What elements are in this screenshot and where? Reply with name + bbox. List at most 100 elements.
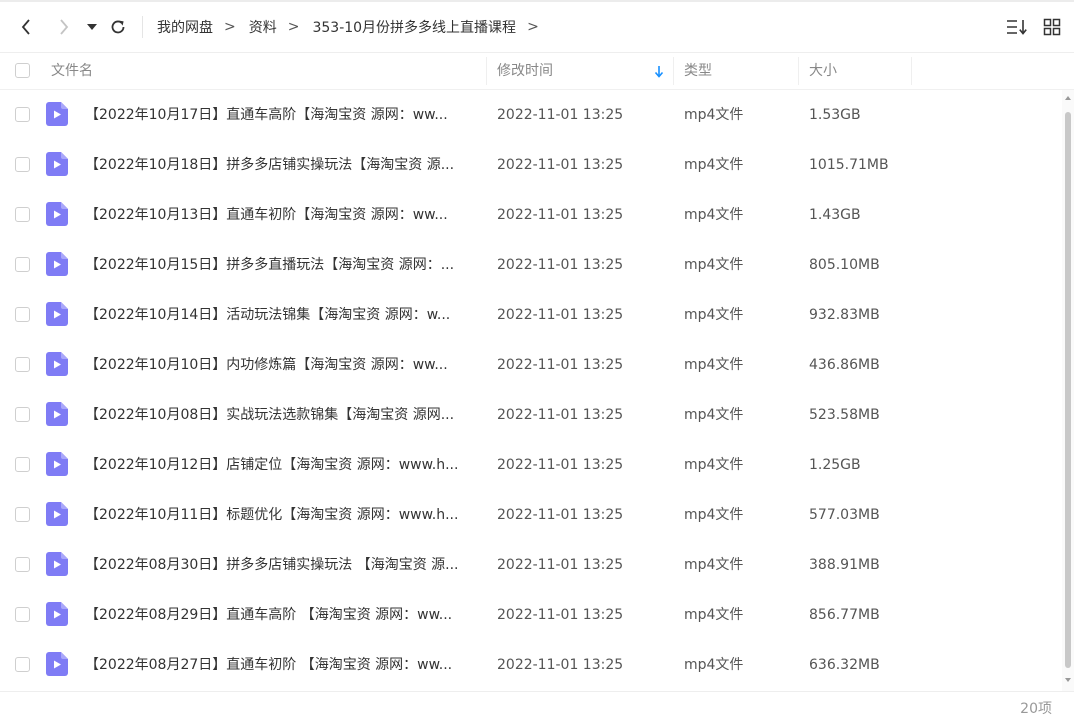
file-type: mp4文件 bbox=[684, 207, 744, 223]
file-modified-time: 2022-11-01 13:25 bbox=[497, 657, 624, 673]
row-checkbox[interactable] bbox=[15, 107, 30, 122]
file-modified-time: 2022-11-01 13:25 bbox=[497, 207, 624, 223]
file-type: mp4文件 bbox=[684, 507, 744, 523]
back-button[interactable] bbox=[12, 2, 40, 52]
scrollbar-thumb[interactable] bbox=[1065, 112, 1071, 668]
file-type: mp4文件 bbox=[684, 457, 744, 473]
file-row[interactable]: 【2022年10月18日】拼多多店铺实操玩法【海淘宝资 源... 2022-11-… bbox=[0, 140, 1062, 190]
column-divider[interactable] bbox=[911, 57, 912, 85]
file-modified-time: 2022-11-01 13:25 bbox=[497, 557, 624, 573]
column-header-type[interactable]: 类型 bbox=[684, 53, 784, 89]
file-type: mp4文件 bbox=[684, 607, 744, 623]
file-type: mp4文件 bbox=[684, 307, 744, 323]
file-name[interactable]: 【2022年08月30日】拼多多店铺实操玩法 【海淘宝资 源... bbox=[85, 540, 480, 590]
chevron-left-icon bbox=[21, 19, 30, 35]
file-size: 932.83MB bbox=[809, 307, 880, 323]
column-divider[interactable] bbox=[673, 57, 674, 85]
file-modified-time: 2022-11-01 13:25 bbox=[497, 307, 624, 323]
row-checkbox[interactable] bbox=[15, 307, 30, 322]
video-file-icon bbox=[46, 352, 68, 376]
row-checkbox[interactable] bbox=[15, 407, 30, 422]
refresh-icon bbox=[111, 20, 125, 34]
sort-indicator[interactable] bbox=[653, 64, 667, 78]
breadcrumb-item-root[interactable]: 我的网盘 bbox=[157, 17, 213, 37]
row-checkbox[interactable] bbox=[15, 607, 30, 622]
file-row[interactable]: 【2022年08月29日】直通车高阶 【海淘宝资 源网：ww... 2022-11… bbox=[0, 590, 1062, 640]
column-header-size[interactable]: 大小 bbox=[809, 53, 899, 89]
file-row[interactable]: 【2022年10月15日】拼多多直播玩法【海淘宝资 源网：... 2022-11-… bbox=[0, 240, 1062, 290]
file-name[interactable]: 【2022年08月29日】直通车高阶 【海淘宝资 源网：ww... bbox=[85, 590, 480, 640]
file-row[interactable]: 【2022年10月11日】标题优化【海淘宝资 源网：www.h... 2022-1… bbox=[0, 490, 1062, 540]
column-header-modified[interactable]: 修改时间 bbox=[497, 53, 647, 89]
file-row[interactable]: 【2022年08月27日】直通车初阶 【海淘宝资 源网：ww... 2022-11… bbox=[0, 640, 1062, 690]
select-all-checkbox[interactable] bbox=[15, 63, 30, 78]
file-size: 805.10MB bbox=[809, 257, 880, 273]
file-row[interactable]: 【2022年08月30日】拼多多店铺实操玩法 【海淘宝资 源... 2022-11… bbox=[0, 540, 1062, 590]
file-size: 1.43GB bbox=[809, 207, 861, 223]
file-row[interactable]: 【2022年10月14日】活动玩法锦集【海淘宝资 源网：w... 2022-11-… bbox=[0, 290, 1062, 340]
file-type: mp4文件 bbox=[684, 407, 744, 423]
breadcrumb-separator[interactable]: > bbox=[527, 19, 539, 35]
scroll-down-arrow-icon[interactable] bbox=[1065, 678, 1071, 682]
row-checkbox[interactable] bbox=[15, 257, 30, 272]
row-checkbox[interactable] bbox=[15, 507, 30, 522]
file-name[interactable]: 【2022年10月18日】拼多多店铺实操玩法【海淘宝资 源... bbox=[85, 140, 480, 190]
file-size: 636.32MB bbox=[809, 657, 880, 673]
sort-button[interactable] bbox=[1006, 2, 1030, 52]
file-name[interactable]: 【2022年08月27日】直通车初阶 【海淘宝资 源网：ww... bbox=[85, 640, 480, 690]
file-row[interactable]: 【2022年10月12日】店铺定位【海淘宝资 源网：www.h... 2022-1… bbox=[0, 440, 1062, 490]
column-divider[interactable] bbox=[486, 57, 487, 85]
file-name[interactable]: 【2022年10月10日】内功修炼篇【海淘宝资 源网：ww... bbox=[85, 340, 480, 390]
breadcrumb-item-folder[interactable]: 资料 bbox=[249, 17, 277, 37]
file-size: 388.91MB bbox=[809, 557, 880, 573]
row-checkbox[interactable] bbox=[15, 657, 30, 672]
file-name[interactable]: 【2022年10月11日】标题优化【海淘宝资 源网：www.h... bbox=[85, 490, 480, 540]
video-file-icon bbox=[46, 402, 68, 426]
file-type: mp4文件 bbox=[684, 257, 744, 273]
column-divider[interactable] bbox=[798, 57, 799, 85]
file-size: 577.03MB bbox=[809, 507, 880, 523]
file-modified-time: 2022-11-01 13:25 bbox=[497, 107, 624, 123]
file-row[interactable]: 【2022年10月13日】直通车初阶【海淘宝资 源网：ww... 2022-11-… bbox=[0, 190, 1062, 240]
file-name[interactable]: 【2022年10月08日】实战玩法选款锦集【海淘宝资 源网... bbox=[85, 390, 480, 440]
file-modified-time: 2022-11-01 13:25 bbox=[497, 157, 624, 173]
file-name[interactable]: 【2022年10月14日】活动玩法锦集【海淘宝资 源网：w... bbox=[85, 290, 480, 340]
video-file-icon bbox=[46, 252, 68, 276]
row-checkbox[interactable] bbox=[15, 207, 30, 222]
file-type: mp4文件 bbox=[684, 557, 744, 573]
file-size: 436.86MB bbox=[809, 357, 880, 373]
column-header-name[interactable]: 文件名 bbox=[51, 53, 481, 89]
sort-list-icon bbox=[1007, 20, 1027, 35]
refresh-button[interactable] bbox=[106, 2, 130, 52]
file-row[interactable]: 【2022年10月17日】直通车高阶【海淘宝资 源网：ww... 2022-11-… bbox=[0, 90, 1062, 140]
video-file-icon bbox=[46, 152, 68, 176]
file-name[interactable]: 【2022年10月12日】店铺定位【海淘宝资 源网：www.h... bbox=[85, 440, 480, 490]
file-name[interactable]: 【2022年10月17日】直通车高阶【海淘宝资 源网：ww... bbox=[85, 90, 480, 140]
row-checkbox[interactable] bbox=[15, 457, 30, 472]
row-checkbox[interactable] bbox=[15, 157, 30, 172]
file-name[interactable]: 【2022年10月13日】直通车初阶【海淘宝资 源网：ww... bbox=[85, 190, 480, 240]
file-modified-time: 2022-11-01 13:25 bbox=[497, 607, 624, 623]
scroll-up-arrow-icon[interactable] bbox=[1065, 96, 1071, 100]
file-size: 1.25GB bbox=[809, 457, 861, 473]
forward-button[interactable] bbox=[50, 2, 78, 52]
video-file-icon bbox=[46, 502, 68, 526]
file-type: mp4文件 bbox=[684, 157, 744, 173]
breadcrumb-separator: > bbox=[287, 19, 300, 35]
file-size: 856.77MB bbox=[809, 607, 880, 623]
view-mode-button[interactable] bbox=[1043, 2, 1063, 52]
file-modified-time: 2022-11-01 13:25 bbox=[497, 457, 624, 473]
file-row[interactable]: 【2022年10月08日】实战玩法选款锦集【海淘宝资 源网... 2022-11-… bbox=[0, 390, 1062, 440]
breadcrumb-item-current[interactable]: 353-10月份拼多多线上直播课程 bbox=[312, 17, 516, 37]
file-modified-time: 2022-11-01 13:25 bbox=[497, 407, 624, 423]
row-checkbox[interactable] bbox=[15, 557, 30, 572]
caret-down-icon bbox=[87, 24, 97, 30]
status-bar: 20项 bbox=[0, 691, 1074, 723]
file-name[interactable]: 【2022年10月15日】拼多多直播玩法【海淘宝资 源网：... bbox=[85, 240, 480, 290]
row-checkbox[interactable] bbox=[15, 357, 30, 372]
video-file-icon bbox=[46, 452, 68, 476]
vertical-scrollbar[interactable] bbox=[1062, 90, 1074, 691]
history-dropdown-button[interactable] bbox=[84, 2, 100, 52]
file-size: 1.53GB bbox=[809, 107, 861, 123]
file-row[interactable]: 【2022年10月10日】内功修炼篇【海淘宝资 源网：ww... 2022-11-… bbox=[0, 340, 1062, 390]
